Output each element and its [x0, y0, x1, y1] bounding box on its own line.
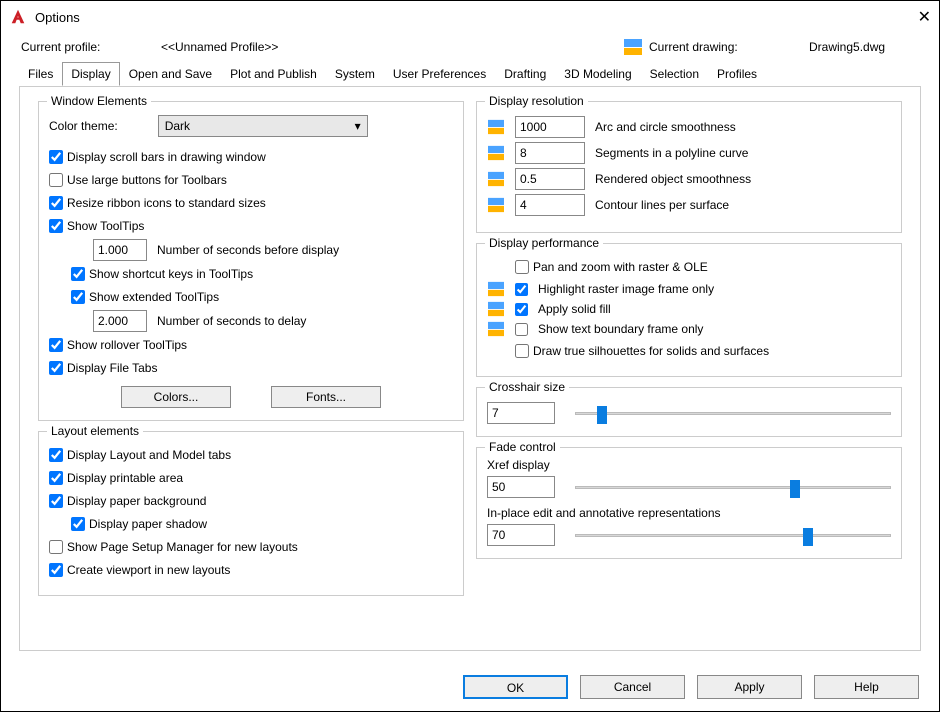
app-icon	[9, 8, 27, 26]
xref-display-input[interactable]: 50	[487, 476, 555, 498]
current-drawing-label: Current drawing:	[649, 40, 809, 54]
page-setup-checkbox[interactable]	[49, 540, 63, 554]
paper-background-checkbox[interactable]	[49, 494, 63, 508]
scroll-bars-checkbox[interactable]	[49, 150, 63, 164]
tab-plot-and-publish[interactable]: Plot and Publish	[221, 62, 326, 86]
color-theme-select[interactable]: Dark ▾	[158, 115, 368, 137]
crosshair-size-slider[interactable]	[575, 403, 891, 423]
extended-tooltips-checkbox[interactable]	[71, 290, 85, 304]
fonts-button[interactable]: Fonts...	[271, 386, 381, 408]
drawing-icon	[487, 301, 505, 317]
large-buttons-checkbox[interactable]	[49, 173, 63, 187]
show-tooltips-checkbox[interactable]	[49, 219, 63, 233]
inplace-edit-label: In-place edit and annotative representat…	[487, 506, 891, 520]
layout-tabs-checkbox[interactable]	[49, 448, 63, 462]
printable-area-checkbox[interactable]	[49, 471, 63, 485]
tab-3d-modeling[interactable]: 3D Modeling	[555, 62, 640, 86]
group-layout-elements: Layout elements Display Layout and Model…	[38, 431, 464, 596]
group-display-performance: Display performance Pan and zoom with ra…	[476, 243, 902, 377]
group-window-elements: Window Elements Color theme: Dark ▾ Disp…	[38, 101, 464, 421]
pan-zoom-checkbox[interactable]	[515, 260, 529, 274]
file-tabs-checkbox[interactable]	[49, 361, 63, 375]
group-crosshair-size: Crosshair size 7	[476, 387, 902, 437]
window-title: Options	[35, 10, 899, 25]
silhouettes-checkbox[interactable]	[515, 344, 529, 358]
colors-button[interactable]: Colors...	[121, 386, 231, 408]
xref-display-label: Xref display	[487, 458, 891, 472]
inplace-edit-input[interactable]: 70	[487, 524, 555, 546]
current-drawing-value: Drawing5.dwg	[809, 40, 919, 54]
text-boundary-checkbox[interactable]	[515, 323, 528, 336]
tooltip-delay-input[interactable]: 2.000	[93, 310, 147, 332]
tab-profiles[interactable]: Profiles	[708, 62, 766, 86]
tab-user-preferences[interactable]: User Preferences	[384, 62, 495, 86]
tab-bar: FilesDisplayOpen and SavePlot and Publis…	[1, 61, 939, 86]
tab-display[interactable]: Display	[62, 62, 119, 86]
xref-display-slider[interactable]	[575, 477, 891, 497]
apply-button[interactable]: Apply	[697, 675, 802, 699]
tab-system[interactable]: System	[326, 62, 384, 86]
group-display-resolution: Display resolution 1000Arc and circle sm…	[476, 101, 902, 233]
drawing-icon	[487, 145, 505, 161]
color-theme-label: Color theme:	[49, 119, 118, 133]
drawing-icon	[487, 119, 505, 135]
tooltip-seconds-input[interactable]: 1.000	[93, 239, 147, 261]
inplace-edit-slider[interactable]	[575, 525, 891, 545]
current-profile-label: Current profile:	[21, 40, 161, 54]
cancel-button[interactable]: Cancel	[580, 675, 685, 699]
close-button[interactable]: ✕	[899, 7, 931, 27]
shortcut-keys-checkbox[interactable]	[71, 267, 85, 281]
crosshair-size-input[interactable]: 7	[487, 402, 555, 424]
tab-files[interactable]: Files	[19, 62, 62, 86]
rollover-tooltips-checkbox[interactable]	[49, 338, 63, 352]
tab-selection[interactable]: Selection	[641, 62, 708, 86]
arc-smoothness-input[interactable]: 1000	[515, 116, 585, 138]
drawing-icon	[487, 321, 505, 337]
drawing-icon	[487, 281, 505, 297]
contour-lines-input[interactable]: 4	[515, 194, 585, 216]
tab-open-and-save[interactable]: Open and Save	[120, 62, 221, 86]
drawing-icon	[623, 38, 643, 56]
group-fade-control: Fade control Xref display 50 In-place ed…	[476, 447, 902, 559]
tab-drafting[interactable]: Drafting	[495, 62, 555, 86]
create-viewport-checkbox[interactable]	[49, 563, 63, 577]
current-profile-value: <<Unnamed Profile>>	[161, 40, 361, 54]
resize-ribbon-checkbox[interactable]	[49, 196, 63, 210]
drawing-icon	[487, 197, 505, 213]
solid-fill-checkbox[interactable]	[515, 303, 528, 316]
segments-input[interactable]: 8	[515, 142, 585, 164]
ok-button[interactable]: OK	[463, 675, 568, 699]
paper-shadow-checkbox[interactable]	[71, 517, 85, 531]
highlight-raster-checkbox[interactable]	[515, 283, 528, 296]
chevron-down-icon: ▾	[355, 119, 361, 133]
drawing-icon	[487, 171, 505, 187]
help-button[interactable]: Help	[814, 675, 919, 699]
rendered-smoothness-input[interactable]: 0.5	[515, 168, 585, 190]
